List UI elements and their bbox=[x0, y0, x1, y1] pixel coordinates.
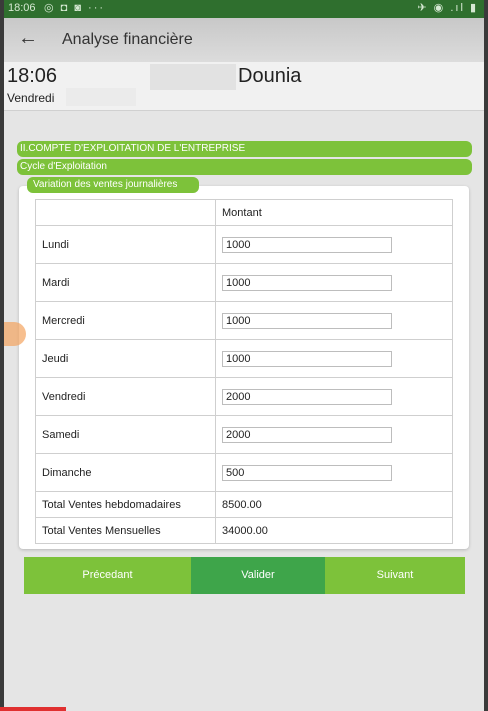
table-row: Vendredi 2000 bbox=[35, 377, 453, 416]
total-label: Total Ventes Mensuelles bbox=[35, 517, 216, 544]
app-bar: ← Analyse financière bbox=[4, 18, 484, 62]
amount-input[interactable]: 1000 bbox=[222, 274, 392, 291]
table-row: Mercredi 1000 bbox=[35, 301, 453, 340]
amount-input[interactable]: 2000 bbox=[222, 388, 392, 405]
back-arrow-icon[interactable]: ← bbox=[18, 27, 38, 50]
navigation-buttons: Précedant Valider Suivant bbox=[24, 557, 465, 594]
notification-icons: ◎ ◘ ◙ ··· bbox=[44, 2, 106, 14]
total-value: 34000.00 bbox=[215, 517, 453, 544]
table-row: Mardi 1000 bbox=[35, 263, 453, 302]
day-label: Samedi bbox=[35, 415, 216, 454]
validate-button[interactable]: Valider bbox=[191, 557, 325, 594]
header-time: 18:06 bbox=[7, 65, 58, 87]
session-header: 18:06 Dounia Vendredi bbox=[4, 62, 484, 111]
day-label: Mercredi bbox=[35, 301, 216, 340]
signal-battery-icons: ✈ ◉ .ıl ▮ bbox=[417, 2, 478, 14]
redacted-block bbox=[66, 88, 136, 106]
amount-input[interactable]: 1000 bbox=[222, 350, 392, 367]
user-name: Dounia bbox=[238, 65, 302, 87]
sales-table: Montant Lundi 1000 Mardi 1000 Mercredi 1… bbox=[35, 199, 453, 544]
table-header-row: Montant bbox=[35, 199, 453, 226]
table-row: Dimanche 500 bbox=[35, 453, 453, 492]
table-row: Samedi 2000 bbox=[35, 415, 453, 454]
amount-input[interactable]: 1000 bbox=[222, 236, 392, 253]
subsection-title: Cycle d'Exploitation bbox=[17, 159, 472, 175]
table-header-empty bbox=[35, 199, 216, 226]
day-label: Dimanche bbox=[35, 453, 216, 492]
table-row: Lundi 1000 bbox=[35, 225, 453, 264]
amount-input[interactable]: 1000 bbox=[222, 312, 392, 329]
device-screen: 18:06 ◎ ◘ ◙ ··· ✈ ◉ .ıl ▮ ← Analyse fina… bbox=[4, 0, 484, 711]
column-header-amount: Montant bbox=[215, 199, 453, 226]
group-title: Variation des ventes journalières bbox=[27, 177, 199, 193]
amount-input[interactable]: 2000 bbox=[222, 426, 392, 443]
section-title: II.COMPTE D'EXPLOITATION DE L'ENTREPRISE bbox=[17, 141, 472, 157]
total-row: Total Ventes hebdomadaires 8500.00 bbox=[35, 491, 453, 518]
day-label: Vendredi bbox=[35, 377, 216, 416]
redacted-block bbox=[150, 64, 236, 90]
day-label: Jeudi bbox=[35, 339, 216, 378]
status-time: 18:06 bbox=[8, 2, 36, 14]
day-label: Lundi bbox=[35, 225, 216, 264]
next-button[interactable]: Suivant bbox=[325, 557, 465, 594]
day-label: Mardi bbox=[35, 263, 216, 302]
total-label: Total Ventes hebdomadaires bbox=[35, 491, 216, 518]
header-day: Vendredi bbox=[7, 91, 55, 105]
table-row: Jeudi 1000 bbox=[35, 339, 453, 378]
previous-button[interactable]: Précedant bbox=[24, 557, 191, 594]
amount-input[interactable]: 500 bbox=[222, 464, 392, 481]
page-title: Analyse financière bbox=[62, 31, 193, 48]
total-row: Total Ventes Mensuelles 34000.00 bbox=[35, 517, 453, 544]
sales-card: Montant Lundi 1000 Mardi 1000 Mercredi 1… bbox=[19, 186, 469, 549]
video-progress-bar bbox=[0, 707, 66, 711]
total-value: 8500.00 bbox=[215, 491, 453, 518]
status-bar: 18:06 ◎ ◘ ◙ ··· ✈ ◉ .ıl ▮ bbox=[4, 0, 484, 18]
